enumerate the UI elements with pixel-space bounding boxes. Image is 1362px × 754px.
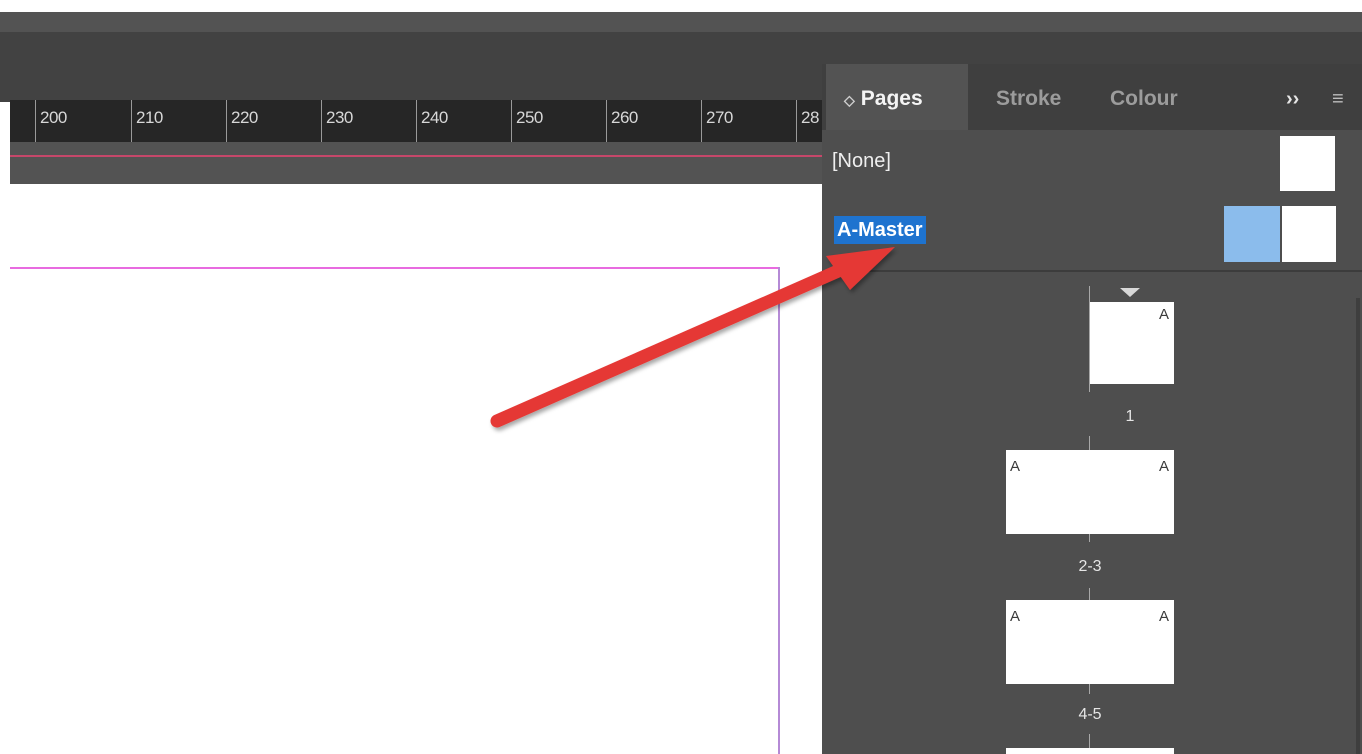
tab-pages[interactable]: ◇ Pages [826, 64, 968, 130]
ruler-label: 200 [40, 108, 67, 127]
margin-guide-top [10, 267, 780, 269]
ruler-tick [796, 100, 797, 142]
panel-scrollbar[interactable] [1356, 298, 1360, 754]
horizontal-ruler[interactable]: 200 210 220 230 240 250 260 270 28 [10, 100, 822, 142]
master-none-thumbnail[interactable] [1280, 136, 1335, 191]
panel-menu-icon[interactable]: ≡ [1332, 64, 1344, 130]
document-page[interactable] [10, 184, 823, 754]
master-prefix-right: A [1158, 458, 1169, 475]
spread-thumbnail-4-5[interactable]: A A [1006, 600, 1174, 684]
page-thumbnail-1[interactable]: A [1090, 302, 1174, 384]
a-master-left-thumbnail[interactable] [1224, 206, 1280, 262]
margin-guide-right [778, 267, 780, 754]
spread-thumbnail-2-3[interactable]: A A [1006, 450, 1174, 534]
master-prefix-left: A [1010, 458, 1021, 475]
document-pages-list: A 1 A A 2-3 A A 4-5 [822, 272, 1362, 754]
a-master-row[interactable]: A-Master [822, 196, 1362, 270]
panel-tab-bar: ◇ Pages Stroke Colour ›› ≡ [822, 64, 1362, 130]
pages-panel: ◇ Pages Stroke Colour ›› ≡ [None] A-Maste… [822, 64, 1362, 754]
master-none-row[interactable]: [None] [822, 130, 1362, 196]
page-number-label: 2-3 [1078, 558, 1102, 575]
ruler-tick [511, 100, 512, 142]
spread-thumbnail-next[interactable] [1006, 748, 1174, 754]
ruler-label: 260 [611, 108, 638, 127]
ruler-tick [606, 100, 607, 142]
tab-colour[interactable]: Colour [1110, 64, 1178, 130]
ruler-tick [226, 100, 227, 142]
master-prefix-left: A [1010, 608, 1021, 625]
bleed-guide [10, 155, 823, 157]
master-prefix-right: A [1158, 608, 1169, 625]
ruler-label: 210 [136, 108, 163, 127]
master-prefix-right: A [1158, 306, 1169, 323]
ruler-label: 270 [706, 108, 733, 127]
ruler-label: 28 [801, 108, 819, 127]
application-bar [0, 12, 1362, 32]
collapse-icon: ◇ [844, 92, 855, 108]
a-master-label[interactable]: A-Master [834, 216, 926, 244]
ruler-tick [321, 100, 322, 142]
ruler-tick [701, 100, 702, 142]
tab-stroke[interactable]: Stroke [996, 64, 1061, 130]
top-strip [0, 0, 1362, 12]
page-number-label: 4-5 [1078, 706, 1102, 723]
tab-pages-label: Pages [860, 87, 923, 110]
ruler-tick [416, 100, 417, 142]
a-master-right-thumbnail[interactable] [1282, 206, 1336, 262]
page-number-label: 1 [1125, 408, 1135, 425]
pasteboard [10, 142, 823, 184]
current-page-caret-icon [1120, 288, 1140, 297]
ruler-tick [131, 100, 132, 142]
ruler-label: 230 [326, 108, 353, 127]
more-tabs-button[interactable]: ›› [1286, 64, 1299, 130]
ruler-tick [35, 100, 36, 142]
ruler-label: 220 [231, 108, 258, 127]
ruler-label: 240 [421, 108, 448, 127]
master-none-label: [None] [832, 150, 891, 172]
ruler-label: 250 [516, 108, 543, 127]
